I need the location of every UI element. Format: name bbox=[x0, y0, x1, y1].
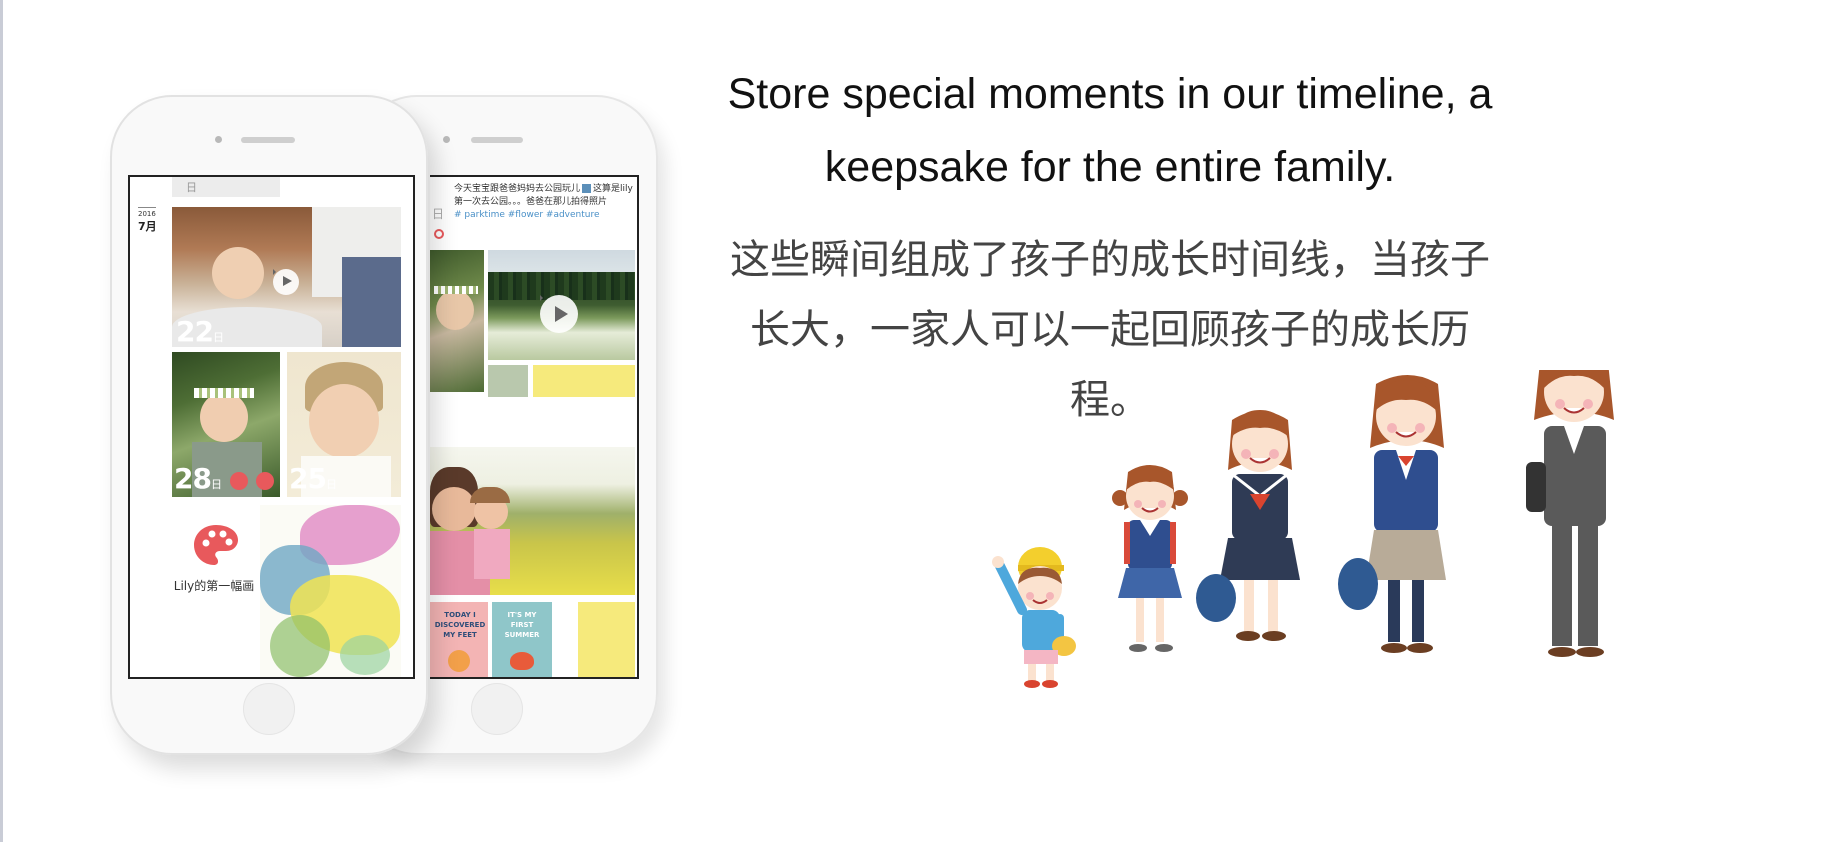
figure-primary-student bbox=[1112, 465, 1188, 652]
heart-badge-icon bbox=[434, 229, 444, 239]
heart-badge-icon bbox=[230, 472, 248, 490]
date-suffix: 日 bbox=[210, 478, 222, 491]
date-suffix: 日 bbox=[325, 478, 337, 491]
heart-badge-icon bbox=[256, 472, 274, 490]
card-first-summer-text: IT'S MY FIRST SUMMER bbox=[504, 611, 540, 639]
photo-baby-flower-crown[interactable]: 28日 bbox=[172, 352, 280, 497]
photo-meadow-video[interactable] bbox=[488, 250, 635, 360]
post-text-line2: 第一次去公园。。。爸爸在那儿拍得照片 bbox=[454, 197, 608, 207]
headline-en-line2: keepsake for the entire family. bbox=[824, 143, 1396, 191]
headline-english: Store special moments in our timeline, a… bbox=[680, 58, 1540, 204]
date-label-22: 22日 bbox=[176, 315, 224, 347]
date-num: 25 bbox=[289, 462, 327, 495]
partial-day-suffix: 日 bbox=[186, 181, 197, 194]
photo-mom-daughter[interactable] bbox=[430, 447, 635, 595]
headline-zh-line2: 长大，一家人可以一起回顾孩子的成长历 bbox=[750, 307, 1470, 353]
date-label-28: 28日 bbox=[174, 462, 222, 495]
home-button[interactable] bbox=[243, 683, 295, 735]
date-suffix: 日 bbox=[212, 331, 224, 344]
side-day-label: 日 bbox=[432, 207, 445, 221]
photo-watercolor-drawing[interactable] bbox=[260, 505, 401, 677]
swatch-yellow-2 bbox=[578, 602, 635, 677]
photo-baby-flowers-partial[interactable] bbox=[430, 250, 484, 392]
date-num: 28 bbox=[174, 462, 212, 495]
partial-top-cell: 日 bbox=[172, 177, 280, 197]
figure-kindergartener bbox=[992, 547, 1076, 688]
drawing-entry[interactable]: Lily的第一幅画 bbox=[164, 507, 264, 677]
drawing-label: Lily的第一幅画 bbox=[173, 579, 255, 593]
timeline-month: 7月 bbox=[138, 220, 157, 233]
timeline-date-column: 2016 7月 bbox=[138, 207, 164, 234]
card-discovered-feet-text: TODAY I DISCOVERED MY FEET bbox=[434, 611, 486, 639]
play-icon[interactable] bbox=[540, 295, 578, 333]
palette-icon bbox=[194, 525, 238, 565]
date-label-25: 25日 bbox=[289, 462, 337, 495]
figure-middle-schooler bbox=[1196, 410, 1300, 641]
speaker-grille bbox=[471, 137, 523, 143]
play-triangle bbox=[555, 305, 569, 322]
post-hashtags[interactable]: # parktime #flower #adventure bbox=[454, 210, 600, 220]
back-phone-screen: 今天宝宝跟爸爸妈妈去公园玩儿 这算是lily 第一次去公园。。。爸爸在那儿拍得照片… bbox=[430, 175, 639, 679]
camera-icon bbox=[215, 136, 222, 143]
swatch-yellow bbox=[533, 365, 635, 397]
card-first-summer[interactable]: IT'S MY FIRST SUMMER bbox=[492, 602, 552, 677]
camera-icon bbox=[443, 136, 450, 143]
home-button[interactable] bbox=[471, 683, 523, 735]
figure-adult bbox=[1526, 370, 1614, 657]
card-discovered-feet[interactable]: TODAY I DISCOVERED MY FEET bbox=[430, 602, 488, 677]
post-text: 今天宝宝跟爸爸妈妈去公园玩儿 这算是lily 第一次去公园。。。爸爸在那儿拍得照片… bbox=[454, 183, 634, 222]
post-text-line1b: 这算是lily bbox=[593, 184, 633, 194]
headline-en-line1: Store special moments in our timeline, a bbox=[727, 70, 1493, 118]
figure-high-schooler bbox=[1338, 375, 1446, 653]
page-left-border bbox=[0, 0, 3, 842]
photo-baby-bath-video[interactable]: 22日 bbox=[172, 207, 401, 347]
swatch-green bbox=[488, 365, 528, 397]
timeline-year: 2016 bbox=[138, 210, 156, 218]
growth-illustration bbox=[992, 370, 1614, 688]
play-icon[interactable] bbox=[273, 269, 299, 295]
play-triangle bbox=[283, 276, 293, 287]
headline-zh-line1: 这些瞬间组成了孩子的成长时间线，当孩子 bbox=[730, 237, 1490, 283]
speaker-grille bbox=[241, 137, 295, 143]
photo-baby-knit-hat[interactable]: 25日 bbox=[287, 352, 401, 497]
photo-emoji-icon bbox=[582, 184, 592, 193]
date-num: 22 bbox=[176, 315, 214, 347]
front-phone-screen: 日 2016 7月 22日 28日 25日 Lily的第一幅画 bbox=[128, 175, 415, 679]
post-text-line1: 今天宝宝跟爸爸妈妈去公园玩儿 bbox=[454, 184, 581, 194]
